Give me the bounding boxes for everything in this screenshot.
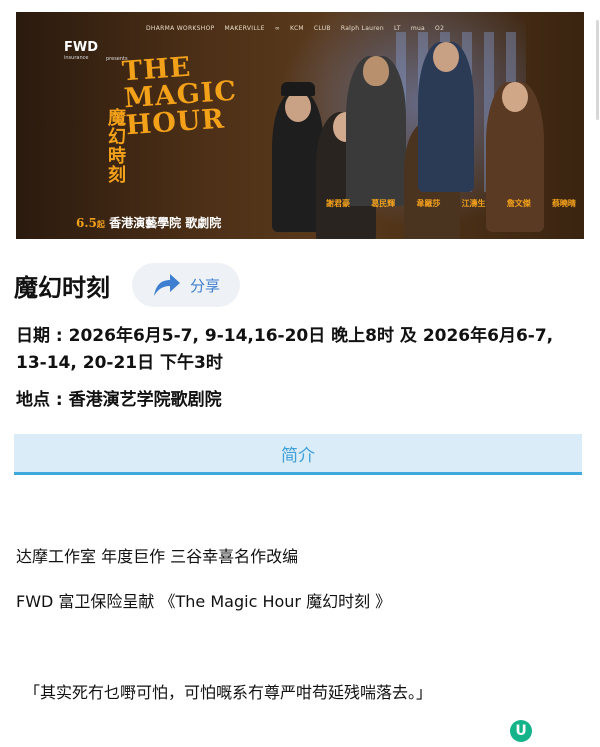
sponsor-logo: KCM <box>290 24 304 32</box>
cast-name: 韋羅莎 <box>416 198 441 208</box>
cast-figure <box>418 42 474 192</box>
intro-paragraph: 达摩工作室 年度巨作 三谷幸喜名作改编 <box>16 547 299 566</box>
show-banner-image: DHARMA WORKSHOP MAKERVILLE ∞ KCM CLUB Ra… <box>16 12 584 239</box>
sponsor-logo: mua <box>410 24 426 32</box>
cast-name: 謝君豪 <box>326 198 350 208</box>
banner-date: 6.5 <box>76 216 97 230</box>
cast-name: 葛民輝 <box>371 198 396 208</box>
sponsor-logo: MAKERVILLE <box>224 24 265 32</box>
scrollbar-thumb[interactable] <box>596 20 599 120</box>
event-venue: 地点 : 香港演艺学院歌剧院 <box>16 390 222 410</box>
share-label: 分享 <box>189 276 220 295</box>
event-date: 日期 : 2026年6月5-7, 9-14,16-20日 晚上8时 及 2026… <box>16 326 554 373</box>
sponsor-logos: DHARMA WORKSHOP MAKERVILLE ∞ KCM CLUB Ra… <box>146 18 476 38</box>
cast-name: 蔡曉晴 <box>551 198 576 208</box>
banner-date-suffix: 起 <box>96 219 105 229</box>
sponsor-logo: ∞ <box>274 24 281 32</box>
intro-paragraph: FWD 富卫保险呈献 《The Magic Hour 魔幻时刻 》 <box>16 592 392 611</box>
cast-figure <box>486 82 544 232</box>
sponsor-logo: CLUB <box>313 24 331 32</box>
cast-figure <box>346 56 406 206</box>
fwd-logo-subtext: insurance <box>64 55 89 61</box>
banner-date-venue: 6.5起 香港演藝學院 歌劇院 <box>76 214 221 231</box>
show-title-zh: 魔幻時刻 <box>105 108 126 184</box>
sponsor-logo: DHARMA WORKSHOP <box>146 24 215 32</box>
share-arrow-icon <box>152 272 182 298</box>
cast-name: 詹文傑 <box>506 198 531 208</box>
tab-intro-label: 简介 <box>281 445 315 466</box>
intro-quote: 「其实死冇乜嘢可怕，可怕嘅系冇尊严咁苟延残喘落去。」 <box>24 683 433 702</box>
fwd-logo-text: FWD <box>64 40 99 55</box>
tab-intro[interactable]: 简介 <box>14 434 582 475</box>
show-title-en: THE MAGIC HOUR <box>121 51 238 142</box>
cast-name: 江濤生 <box>461 198 486 208</box>
title-row: 魔幻时刻 分享 <box>14 262 586 308</box>
page-title: 魔幻时刻 <box>14 273 110 302</box>
fwd-logo: FWD insurance <box>64 40 98 61</box>
banner-venue: 香港演藝學院 歌劇院 <box>109 216 222 230</box>
share-button[interactable]: 分享 <box>132 263 240 307</box>
cast-names: 謝君豪 葛民輝 韋羅莎 江濤生 詹文傑 蔡曉晴 <box>326 198 576 209</box>
floating-app-icon[interactable]: U <box>510 720 532 742</box>
sponsor-logo: LT <box>394 24 401 32</box>
sponsor-logo: Ralph Lauren <box>340 24 385 32</box>
sponsor-logo: O2 <box>435 24 445 32</box>
